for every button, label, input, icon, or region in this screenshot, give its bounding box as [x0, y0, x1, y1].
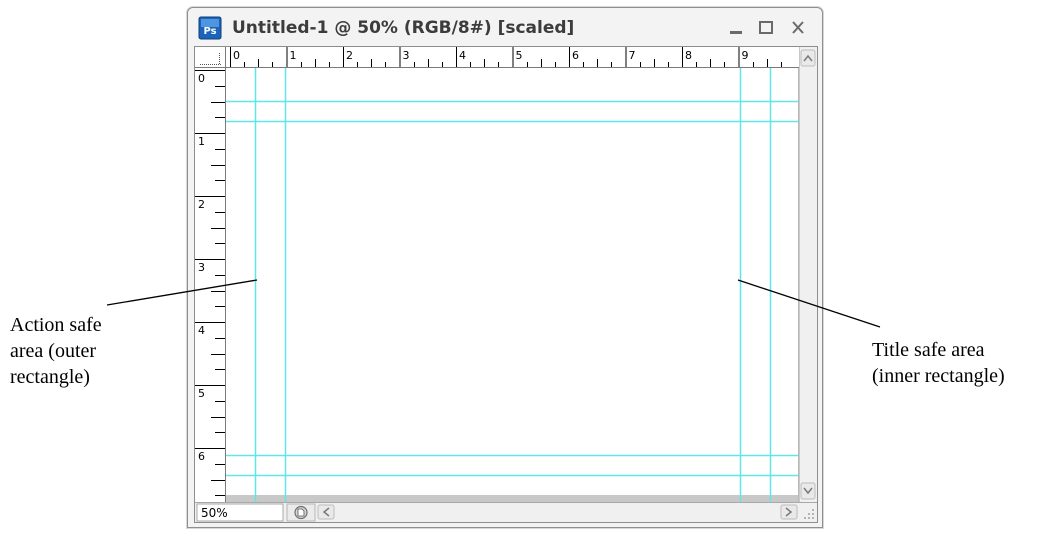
zoom-value: 50%	[201, 506, 228, 520]
ruler-label: 2	[346, 49, 353, 62]
document-info-icon[interactable]	[286, 503, 316, 522]
ruler-label: 3	[198, 261, 205, 274]
scroll-up-icon[interactable]	[800, 49, 816, 67]
vertical-scrollbar[interactable]	[799, 47, 817, 502]
minimize-icon[interactable]	[724, 16, 748, 40]
ruler-label: 6	[572, 49, 579, 62]
status-bar: 50%	[195, 502, 817, 522]
scroll-right-icon[interactable]	[780, 504, 798, 520]
horizontal-scrollbar[interactable]	[316, 503, 798, 522]
ruler-label: 7	[629, 49, 636, 62]
ruler-label: 2	[198, 198, 205, 211]
horizontal-ruler[interactable]: 0 1 2 3 4 5 6 7 8 9	[195, 47, 799, 68]
ruler-label: 5	[198, 387, 205, 400]
ruler-label: 6	[198, 450, 205, 463]
scroll-left-icon[interactable]	[317, 504, 335, 520]
ruler-label: 3	[403, 49, 410, 62]
title-bar[interactable]: Ps Untitled-1 @ 50% (RGB/8#) [scaled]	[188, 8, 822, 48]
ruler-label: 4	[198, 324, 205, 337]
vertical-ruler[interactable]: 0 1 2 3 4 5 6	[195, 67, 226, 502]
maximize-icon[interactable]	[754, 16, 778, 40]
scroll-down-icon[interactable]	[800, 482, 816, 500]
photoshop-icon: Ps	[198, 16, 222, 40]
document-frame: 0 1 2 3 4 5 6 7 8 9 0 1 2 3 4 5 6 50%	[194, 46, 818, 523]
ruler-label: 5	[516, 49, 523, 62]
ruler-label: 1	[290, 49, 297, 62]
resize-grip-icon[interactable]	[799, 503, 817, 522]
ruler-label: 0	[198, 72, 205, 85]
ruler-origin[interactable]	[195, 47, 226, 67]
ruler-label: 8	[685, 49, 692, 62]
ruler-label: 0	[233, 49, 240, 62]
title-safe-label: Title safe area (inner rectangle)	[872, 339, 1005, 387]
ruler-label: 1	[198, 135, 205, 148]
document-window: Ps Untitled-1 @ 50% (RGB/8#) [scaled] 0 1…	[187, 7, 823, 528]
close-icon[interactable]	[786, 16, 810, 40]
window-title: Untitled-1 @ 50% (RGB/8#) [scaled]	[232, 18, 575, 38]
ruler-label: 4	[459, 49, 466, 62]
action-safe-label: Action safe area (outer rectangle)	[10, 314, 102, 388]
svg-text:Ps: Ps	[203, 26, 216, 37]
ruler-label: 9	[742, 49, 749, 62]
